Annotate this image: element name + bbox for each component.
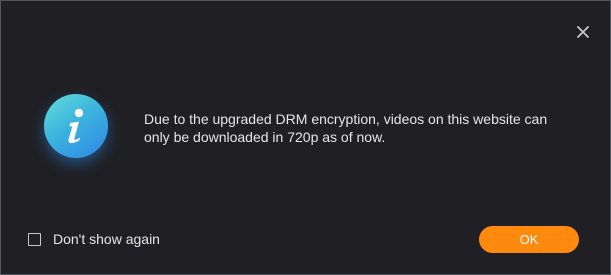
- dont-show-again-label: Don't show again: [53, 231, 160, 247]
- notice-dialog: Due to the upgraded DRM encryption, vide…: [0, 0, 611, 275]
- close-icon: [577, 26, 589, 38]
- dont-show-again-checkbox[interactable]: [28, 232, 41, 246]
- ok-button[interactable]: OK: [479, 226, 579, 253]
- dont-show-again-toggle[interactable]: Don't show again: [28, 231, 160, 247]
- info-icon: [44, 94, 108, 158]
- close-button[interactable]: [576, 25, 590, 39]
- notice-message: Due to the upgraded DRM encryption, vide…: [144, 111, 548, 145]
